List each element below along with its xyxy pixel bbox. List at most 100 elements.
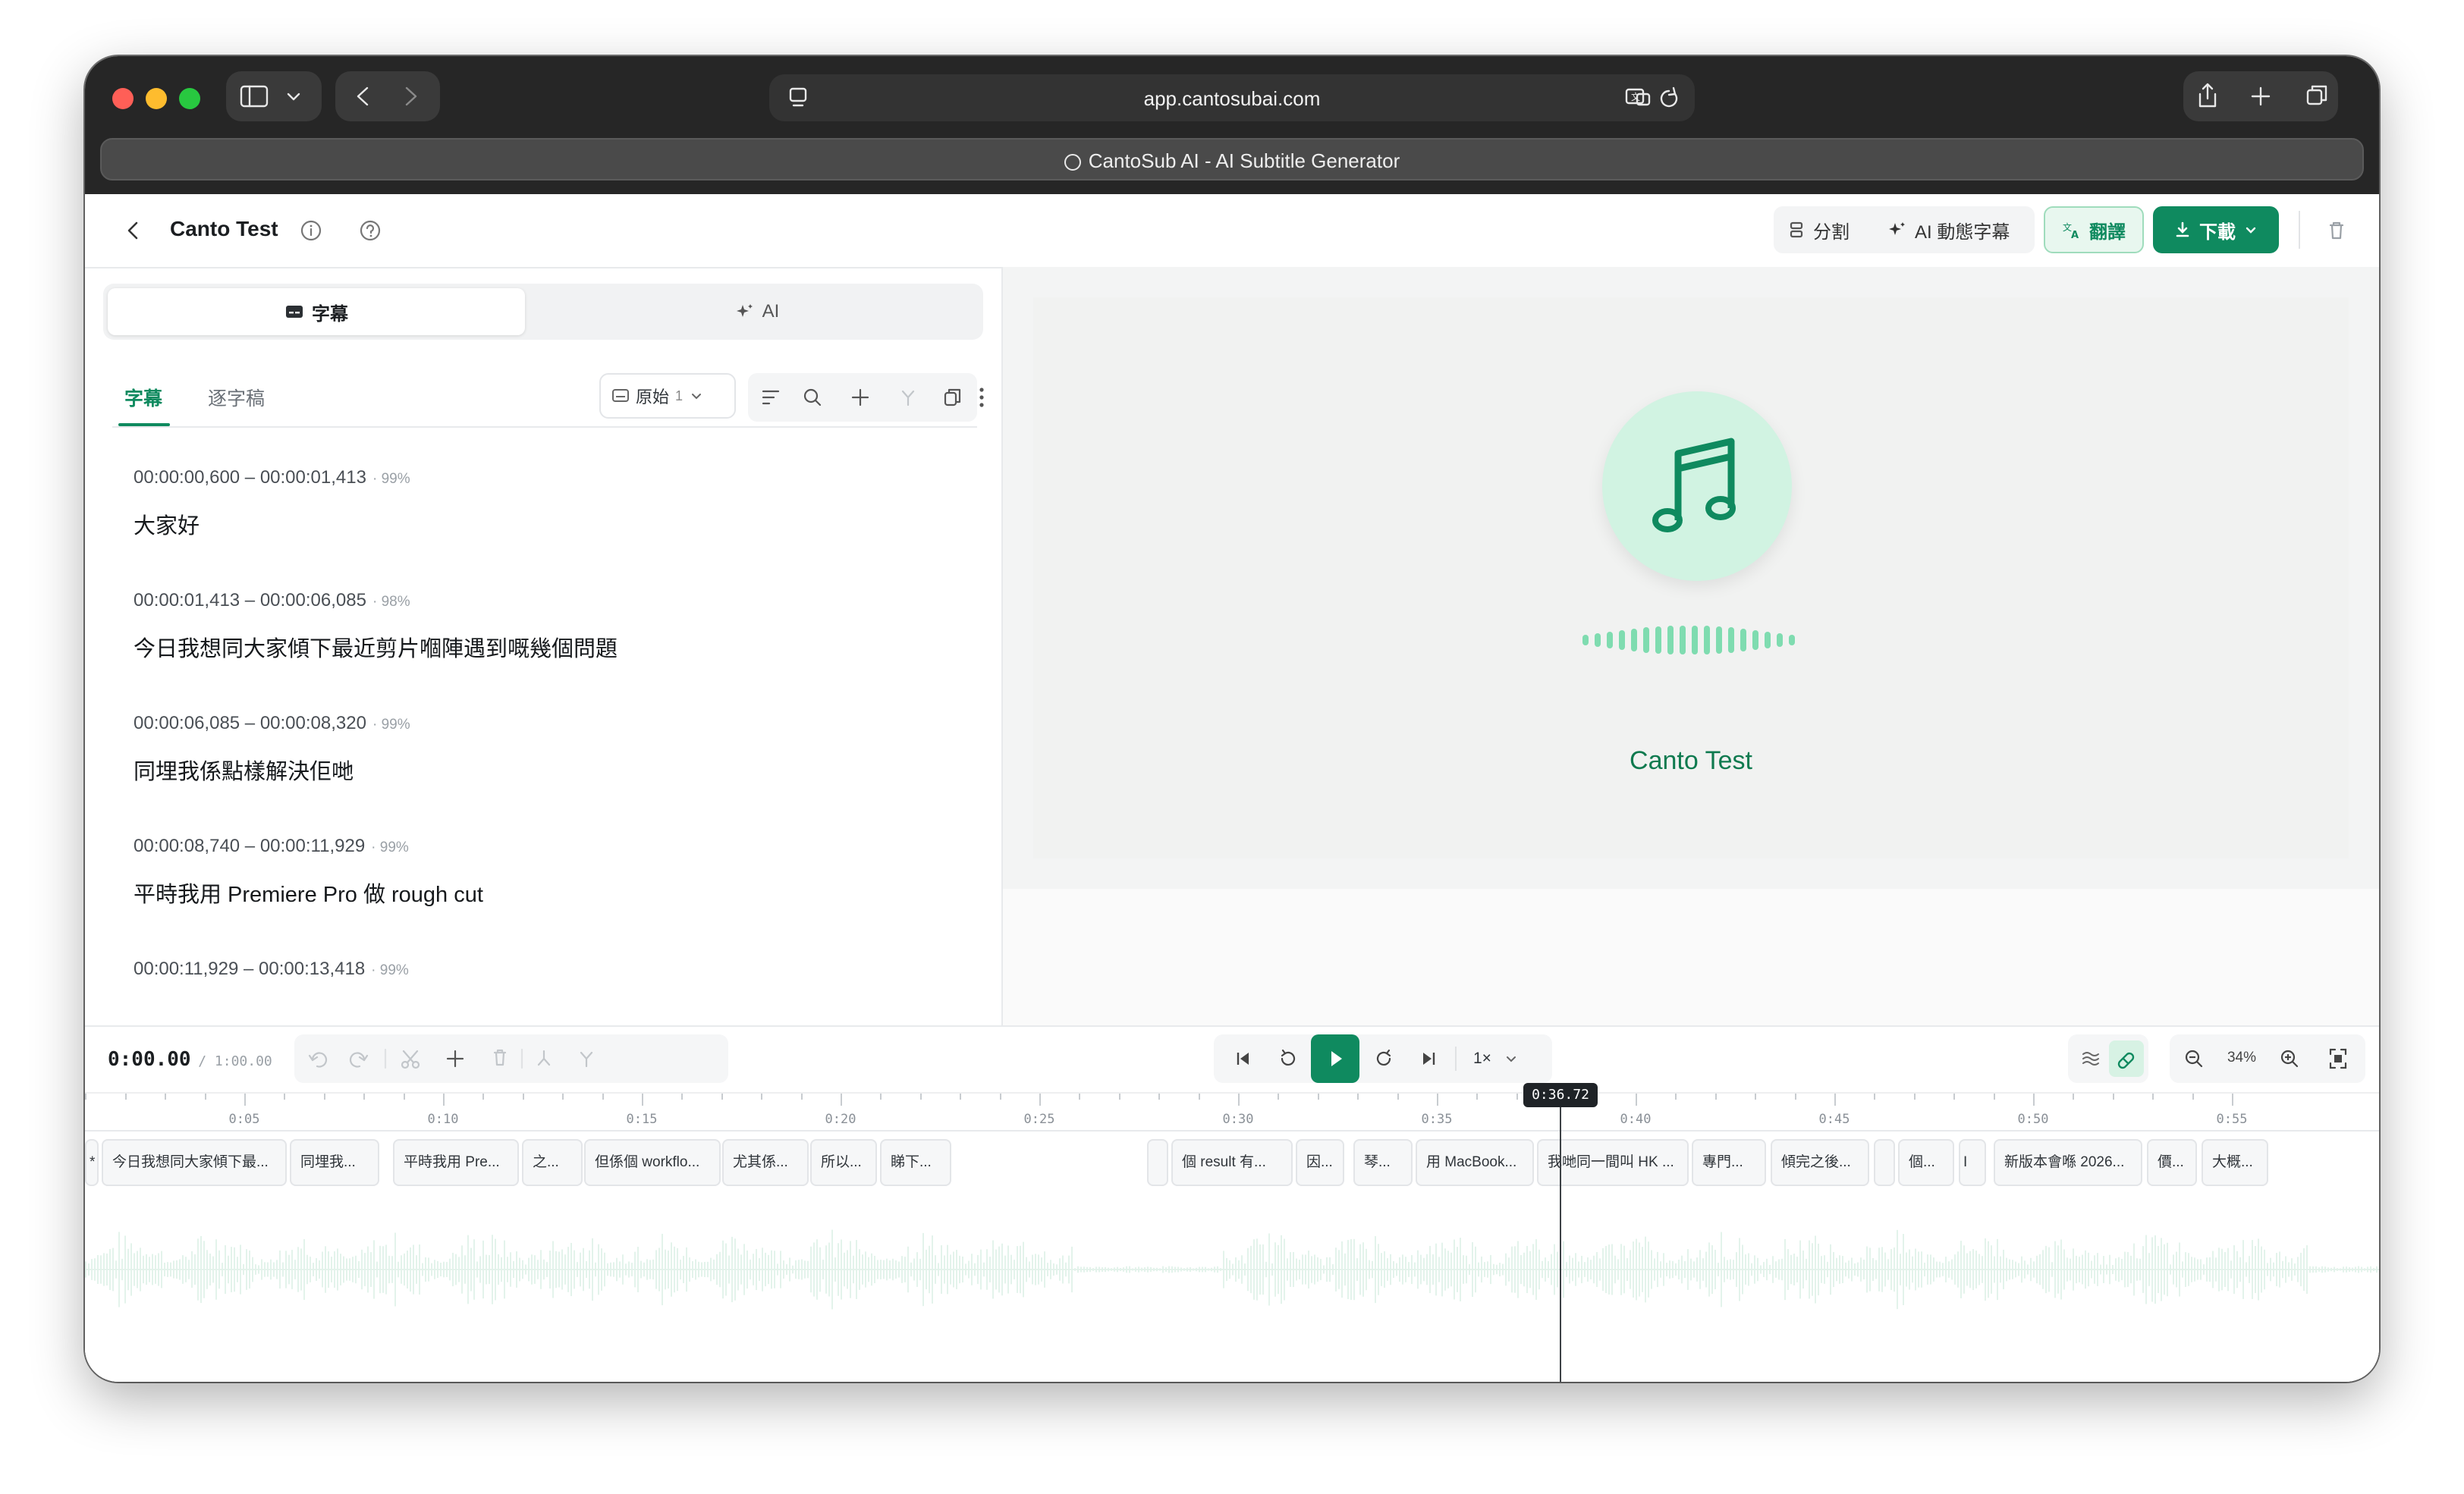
waveform-bar (470, 1248, 472, 1292)
zoom-in-icon[interactable] (2273, 1034, 2306, 1083)
fit-to-screen-icon[interactable] (2321, 1034, 2355, 1083)
subtab-transcript[interactable]: 逐字稿 (208, 384, 265, 411)
subtitle-cue[interactable]: 00:00:08,740 – 00:00:11,929 · 99% 平時我用 Pr… (134, 836, 483, 909)
subtitle-clip[interactable]: 傾完之後... (1771, 1139, 1869, 1186)
waveform-bar (2179, 1242, 2180, 1297)
split-button[interactable]: 分割 (1787, 206, 1850, 253)
playhead[interactable] (1560, 1094, 1561, 1382)
fast-forward-icon[interactable] (1370, 1034, 1400, 1083)
subtitle-clip[interactable]: 所以... (810, 1139, 877, 1186)
waveform-bar (1751, 1263, 1752, 1276)
waveform-bar (1520, 1254, 1522, 1285)
sidebar-icon (240, 85, 300, 108)
tab-ai[interactable]: AI (536, 288, 979, 335)
zoom-controls: 34% (2170, 1034, 2365, 1083)
waveform-bar (1833, 1251, 1834, 1288)
ruler-minor-tick (2073, 1094, 2075, 1100)
waveform-bar (1026, 1257, 1027, 1282)
help-icon[interactable] (357, 217, 384, 244)
waveform-bar (1372, 1260, 1373, 1279)
waveform-bar (2139, 1258, 2141, 1281)
subtitle-cue[interactable]: 00:00:01,413 – 00:00:06,085 · 98% 今日我想同大家… (134, 590, 618, 663)
waveform-bar (841, 1239, 842, 1300)
waveform-bar (492, 1235, 493, 1304)
sidebar-toggle-button[interactable] (226, 71, 322, 121)
tab-subtitles[interactable]: 字幕 (108, 288, 525, 335)
close-window-button[interactable] (112, 88, 134, 109)
waveform-bar (1796, 1257, 1798, 1282)
subtab-subtitles[interactable]: 字幕 (118, 384, 170, 426)
zoom-out-icon[interactable] (2177, 1034, 2211, 1083)
waveform-bar (1988, 1241, 1989, 1298)
back-arrow-icon[interactable] (118, 215, 149, 246)
waveform-bar (1023, 1241, 1024, 1298)
waveform-bar (1760, 1265, 1762, 1274)
waveform-bar (152, 1254, 153, 1285)
waveform-bar (640, 1260, 642, 1279)
maximize-window-button[interactable] (179, 88, 200, 109)
subtitle-clip[interactable]: 因... (1296, 1139, 1344, 1186)
subtitle-clip[interactable]: 大概... (2202, 1139, 2268, 1186)
download-button[interactable]: 下載 (2153, 206, 2279, 253)
track-select[interactable]: 原始 1 (599, 373, 736, 419)
subtitle-clip[interactable]: I (1959, 1139, 1986, 1186)
waveform-bar (886, 1258, 888, 1281)
waveform-bar (1982, 1256, 1983, 1283)
waveform-bar (795, 1260, 797, 1279)
subtitle-cue[interactable]: 00:00:11,929 – 00:00:13,418 · 99% (134, 959, 409, 980)
waveform-bar (2088, 1252, 2089, 1287)
address-bar[interactable]: app.cantosubai.com 文 (769, 74, 1695, 121)
subtitle-clip[interactable]: 專門... (1692, 1139, 1766, 1186)
subtitle-cue[interactable]: 00:00:00,600 – 00:00:01,413 · 99% 大家好 (134, 467, 410, 540)
speed-select[interactable]: 1× (1473, 1034, 1519, 1083)
subtitle-clip[interactable] (1147, 1139, 1168, 1186)
waveform-bar (1074, 1268, 1076, 1271)
subtitle-clip[interactable]: 同埋我... (290, 1139, 379, 1186)
waveform-bar (2209, 1257, 2211, 1282)
audio-waveform[interactable] (85, 1194, 2379, 1382)
waveform-bar (1702, 1258, 1704, 1281)
minimize-window-button[interactable] (146, 88, 167, 109)
subtitle-clip[interactable]: 價... (2147, 1139, 2197, 1186)
subtitle-clip[interactable] (1874, 1139, 1895, 1186)
subtitle-clip[interactable]: 尤其係... (722, 1139, 809, 1186)
info-icon[interactable] (297, 217, 325, 244)
ruler-tick-label: 0:15 (626, 1112, 658, 1127)
subtitle-clip[interactable]: 睇下... (880, 1139, 951, 1186)
more-options-icon[interactable] (973, 382, 991, 413)
translate-button[interactable]: 文 A 翻譯 (2044, 206, 2144, 253)
subtitle-clip[interactable]: 之... (522, 1139, 583, 1186)
waveform-bar (1778, 1259, 1780, 1280)
subtitle-clip[interactable]: 今日我想同大家傾下最... (102, 1139, 287, 1186)
ai-dynamic-subtitle-button[interactable]: AI 動態字幕 (1887, 206, 2010, 253)
waveform-bar (540, 1250, 542, 1289)
subtitle-clip[interactable]: * (85, 1139, 99, 1186)
browser-tab[interactable]: CantoSub AI - AI Subtitle Generator (100, 138, 2364, 180)
waveform-bar (2185, 1252, 2186, 1287)
translate-reload-icons[interactable]: 文 (1614, 74, 1687, 121)
skip-to-start-icon[interactable] (1227, 1034, 1258, 1083)
subtitle-clip[interactable]: 平時我用 Pre... (393, 1139, 519, 1186)
play-button[interactable] (1311, 1034, 1359, 1083)
subtitle-clip[interactable]: 個 result 有... (1171, 1139, 1293, 1186)
time-ruler[interactable]: 0:05 0:10 0:15 0:20 0:25 0:30 0:35 0:40 0:45 0:50… (85, 1094, 2379, 1131)
skip-to-end-icon[interactable] (1414, 1034, 1444, 1083)
subtitle-clip[interactable]: 用 MacBook... (1416, 1139, 1534, 1186)
subtitle-clip[interactable]: 琴... (1353, 1139, 1413, 1186)
waveform-bar (1065, 1262, 1067, 1277)
magnet-snap-toggle[interactable] (2109, 1040, 2144, 1077)
waveform-bar (1626, 1258, 1628, 1281)
waveform-toggle-icon[interactable] (2073, 1034, 2109, 1083)
subtitle-clip[interactable]: 但係個 workflo... (584, 1139, 721, 1186)
waveform-bar (1687, 1249, 1689, 1290)
trash-icon[interactable] (2321, 215, 2352, 246)
waveform-bar (146, 1254, 147, 1285)
subtitle-cue[interactable]: 00:00:06,085 – 00:00:08,320 · 99% 同埋我係點樣解… (134, 713, 410, 786)
waveform-bar (270, 1259, 272, 1280)
rewind-icon[interactable] (1271, 1034, 1302, 1083)
ruler-minor-tick (1714, 1094, 1717, 1100)
waveform-bar (916, 1252, 918, 1287)
waveform-bar (1881, 1247, 1883, 1292)
subtitle-clip[interactable]: 個... (1898, 1139, 1954, 1186)
subtitle-clip[interactable]: 新版本會喺 2026... (1994, 1139, 2142, 1186)
